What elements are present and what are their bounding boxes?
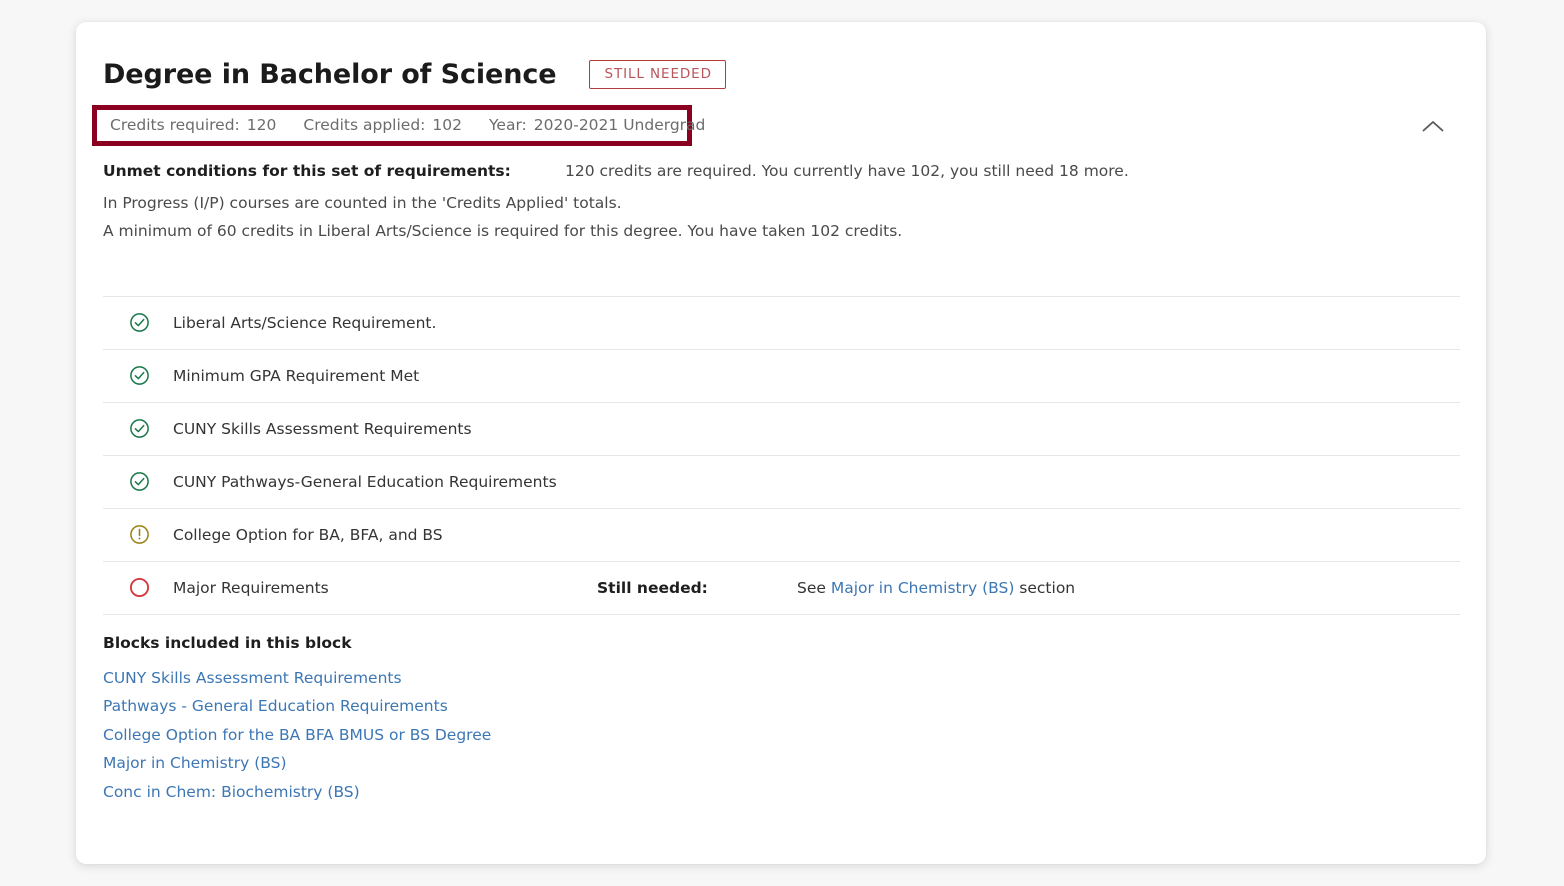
requirement-row: CUNY Skills Assessment Requirements	[103, 403, 1460, 456]
requirement-name: Liberal Arts/Science Requirement.	[173, 313, 437, 332]
chevron-up-icon	[1422, 119, 1444, 133]
unmet-conditions-section: Unmet conditions for this set of require…	[103, 162, 1460, 243]
check-circle-icon	[103, 418, 173, 439]
requirement-row: Liberal Arts/Science Requirement.	[103, 297, 1460, 350]
block-link[interactable]: College Option for the BA BFA BMUS or BS…	[103, 726, 491, 744]
unmet-conditions-message: 120 credits are required. You currently …	[565, 161, 1129, 180]
degree-requirement-card: Degree in Bachelor of Science STILL NEED…	[76, 22, 1486, 864]
requirement-name: College Option for BA, BFA, and BS	[173, 525, 443, 544]
requirement-name: Major Requirements	[173, 578, 329, 597]
still-needed-detail-prefix: See	[797, 578, 831, 597]
card-header: Degree in Bachelor of Science STILL NEED…	[103, 22, 1460, 89]
empty-circle-icon	[103, 577, 173, 598]
check-circle-icon	[103, 312, 173, 333]
page-title: Degree in Bachelor of Science	[103, 58, 557, 90]
still-needed-detail-suffix: section	[1014, 578, 1076, 597]
block-link[interactable]: Pathways - General Education Requirement…	[103, 697, 448, 715]
page-background: Degree in Bachelor of Science STILL NEED…	[0, 0, 1564, 886]
requirement-row: Minimum GPA Requirement Met	[103, 350, 1460, 403]
requirement-name: CUNY Pathways-General Education Requirem…	[173, 472, 557, 491]
requirement-name: Minimum GPA Requirement Met	[173, 366, 420, 385]
requirement-row: Major Requirements Still needed: See Major…	[103, 562, 1460, 615]
status-badge: STILL NEEDED	[589, 60, 726, 89]
credits-applied-value: 102	[432, 115, 462, 134]
requirement-name: CUNY Skills Assessment Requirements	[173, 419, 472, 438]
card-content: Degree in Bachelor of Science STILL NEED…	[76, 22, 1486, 864]
check-circle-icon	[103, 471, 173, 492]
credits-required-value: 120	[246, 115, 277, 134]
check-circle-icon	[103, 365, 173, 386]
collapse-card-button[interactable]	[1411, 104, 1455, 148]
block-link[interactable]: Conc in Chem: Biochemistry (BS)	[103, 783, 360, 801]
catalog-year-value: 2020-2021 Undergrad	[533, 115, 706, 134]
catalog-year-label: Year:	[489, 115, 527, 134]
unmet-conditions-label: Unmet conditions for this set of require…	[103, 161, 511, 180]
credits-applied: Credits applied: 102	[303, 116, 462, 134]
blocks-included-list: CUNY Skills Assessment Requirements Pathw…	[103, 669, 1460, 801]
in-progress-note: In Progress (I/P) courses are counted in…	[103, 193, 622, 212]
unmet-conditions-header: Unmet conditions for this set of require…	[103, 162, 1460, 180]
block-link[interactable]: CUNY Skills Assessment Requirements	[103, 669, 402, 687]
catalog-year: Year: 2020-2021 Undergrad	[489, 116, 705, 134]
exclamation-circle-icon	[103, 524, 173, 545]
credits-required: Credits required: 120	[110, 116, 276, 134]
requirement-row: College Option for BA, BFA, and BS	[103, 509, 1460, 562]
credits-required-label: Credits required:	[110, 115, 240, 134]
requirement-row: CUNY Pathways-General Education Requirem…	[103, 456, 1460, 509]
blocks-included-title: Blocks included in this block	[103, 633, 352, 652]
major-section-link[interactable]: Major in Chemistry (BS)	[831, 579, 1015, 597]
credits-applied-label: Credits applied:	[303, 115, 426, 134]
liberal-arts-minimum-note: A minimum of 60 credits in Liberal Arts/…	[103, 222, 903, 241]
still-needed-detail: See Major in Chemistry (BS) section	[797, 579, 1075, 597]
credits-summary-bar: Credits required: 120 Credits applied: 102…	[92, 104, 705, 146]
still-needed-label: Still needed:	[597, 578, 708, 597]
block-link[interactable]: Major in Chemistry (BS)	[103, 754, 287, 772]
requirements-list: Liberal Arts/Science Requirement. Minimum…	[103, 295, 1460, 615]
